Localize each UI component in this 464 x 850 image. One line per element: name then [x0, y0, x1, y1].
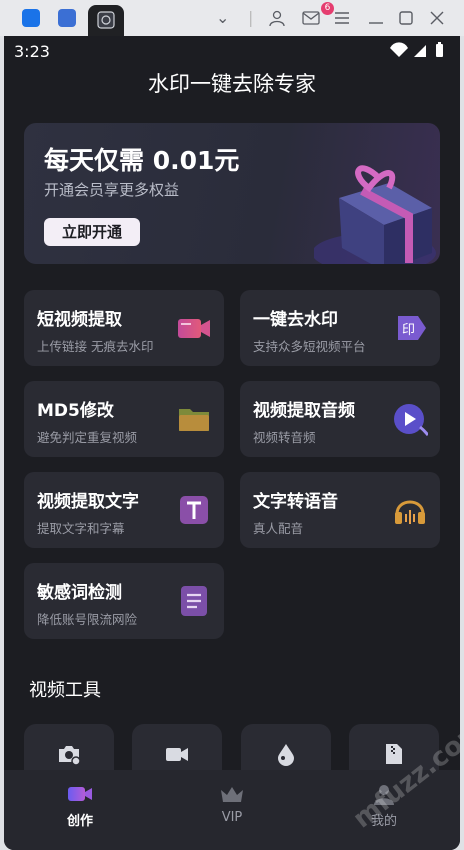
- card-subtitle: 真人配音: [253, 521, 304, 536]
- nav-label: VIP: [221, 810, 243, 825]
- status-time: 3:23: [14, 42, 50, 61]
- open-vip-button[interactable]: 立即开通: [44, 218, 140, 246]
- headphones-icon: [395, 500, 425, 524]
- gift-box-icon: [314, 165, 436, 264]
- active-app-tab[interactable]: [88, 5, 124, 36]
- menu-icon[interactable]: [334, 11, 350, 25]
- video-create-icon: [68, 787, 92, 801]
- feature-card-text-to-speech[interactable]: 文字转语音 真人配音: [240, 472, 440, 548]
- card-title: 视频提取音频: [253, 401, 355, 421]
- card-title: MD5修改: [37, 401, 114, 421]
- nav-tab-vip[interactable]: VIP: [187, 770, 277, 850]
- audio-disc-icon: [394, 404, 428, 437]
- card-title: 短视频提取: [37, 310, 122, 330]
- card-subtitle: 提取文字和字幕: [37, 521, 125, 536]
- water-drop-icon: [278, 744, 294, 766]
- status-icons: [388, 42, 448, 62]
- card-subtitle: 上传链接 无痕去水印: [37, 339, 154, 354]
- camera-add-icon: [59, 746, 81, 766]
- card-subtitle: 支持众多短视频平台: [253, 339, 366, 354]
- chevron-down-icon[interactable]: ⌄: [216, 8, 229, 28]
- feature-card-md5[interactable]: MD5修改 避免判定重复视频: [24, 381, 224, 457]
- feature-card-extract-text[interactable]: 视频提取文字 提取文字和字幕: [24, 472, 224, 548]
- phone-screen: 3:23 水印一键去除专家 每天仅需 0.01元 开通会员享更多权益 立即开通 …: [4, 36, 460, 850]
- settings-app-icon[interactable]: [58, 9, 76, 27]
- card-subtitle: 避免判定重复视频: [37, 430, 138, 445]
- close-icon[interactable]: [430, 11, 444, 25]
- vip-banner[interactable]: 每天仅需 0.01元 开通会员享更多权益 立即开通: [24, 123, 440, 264]
- window-titlebar: ⌄ | 6: [0, 0, 464, 36]
- video-icon: [166, 748, 188, 761]
- folder-icon: [179, 409, 209, 431]
- feature-card-remove-watermark[interactable]: 一键去水印 支持众多短视频平台 印: [240, 290, 440, 366]
- stamp-icon: 印: [398, 316, 426, 340]
- mail-icon[interactable]: [302, 11, 320, 25]
- wifi-signal-battery-icon: [390, 42, 443, 57]
- card-subtitle: 降低账号限流网险: [37, 612, 138, 627]
- maximize-icon[interactable]: [398, 11, 414, 25]
- nav-tab-create[interactable]: 创作: [35, 770, 125, 850]
- card-title: 敏感词检测: [37, 583, 122, 603]
- svg-text:印: 印: [402, 323, 415, 338]
- section-title: 视频工具: [29, 680, 101, 701]
- banner-title: 每天仅需 0.01元: [44, 146, 240, 175]
- card-title: 一键去水印: [253, 310, 338, 330]
- feature-card-video-extract[interactable]: 短视频提取 上传链接 无痕去水印: [24, 290, 224, 366]
- card-title: 视频提取文字: [37, 492, 139, 512]
- text-t-icon: [180, 496, 208, 524]
- notification-badge: 6: [321, 2, 334, 15]
- banner-subtitle: 开通会员享更多权益: [44, 181, 180, 199]
- app-thumbnail-icon: [97, 11, 115, 29]
- card-title: 文字转语音: [253, 492, 338, 512]
- divider: |: [248, 8, 254, 27]
- app-logo-icon[interactable]: [22, 9, 40, 27]
- document-list-icon: [181, 586, 207, 616]
- card-subtitle: 视频转音频: [253, 430, 316, 445]
- feature-card-sensitive-words[interactable]: 敏感词检测 降低账号限流网险: [24, 563, 224, 639]
- feature-card-extract-audio[interactable]: 视频提取音频 视频转音频: [240, 381, 440, 457]
- minimize-icon[interactable]: [368, 11, 384, 25]
- video-camera-icon: [178, 319, 210, 338]
- nav-label: 创作: [66, 814, 93, 829]
- page-title: 水印一键去除专家: [148, 72, 316, 96]
- user-icon[interactable]: [268, 9, 286, 27]
- crown-icon: [221, 787, 243, 802]
